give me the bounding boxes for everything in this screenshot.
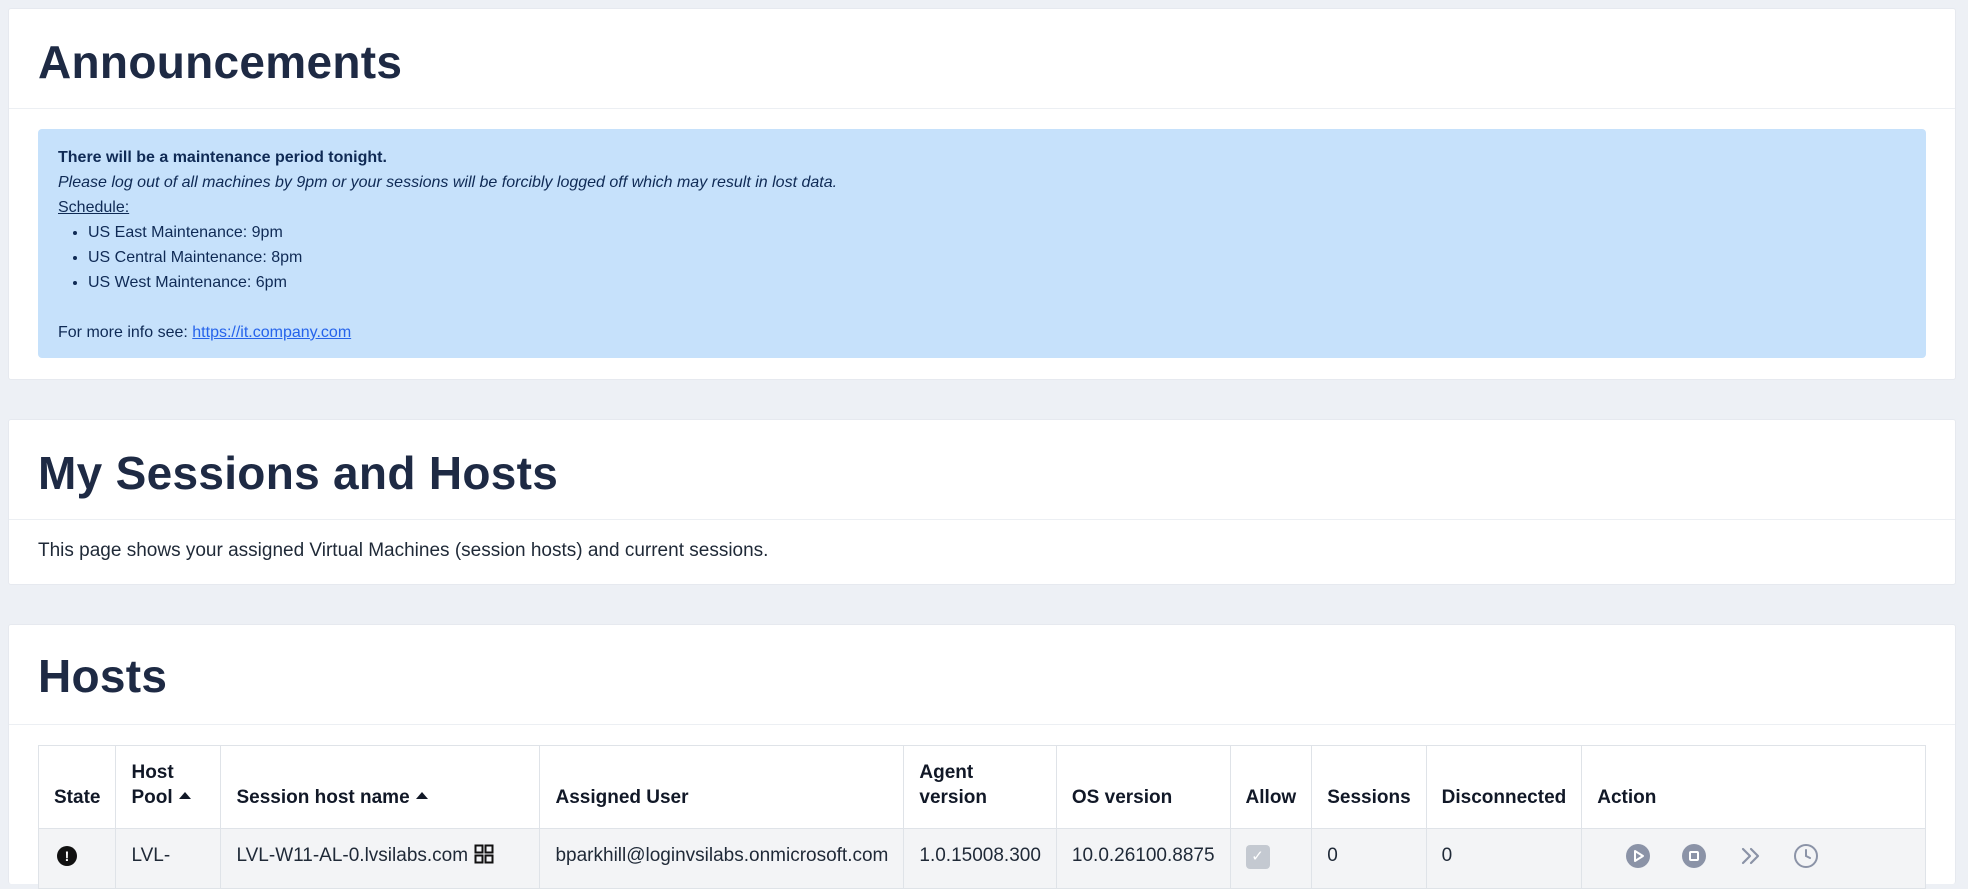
cell-session-host-name: LVL-W11-AL-0.lvsilabs.com (220, 828, 541, 889)
column-header-os-version[interactable]: OS version (1055, 745, 1231, 829)
announcements-header: Announcements (9, 9, 1955, 109)
hosts-card: Hosts State Host Pool Session host name A… (8, 624, 1956, 889)
sessions-header: My Sessions and Hosts (9, 420, 1955, 520)
column-label: version (919, 787, 987, 808)
alert-circle-icon: ! (57, 846, 77, 866)
column-label: Agent (919, 762, 974, 783)
column-label: Assigned User (555, 787, 689, 808)
column-label: State (54, 787, 101, 808)
sessions-card: My Sessions and Hosts This page shows yo… (8, 419, 1956, 585)
column-label: Allow (1245, 787, 1297, 808)
schedule-item: US West Maintenance: 6pm (88, 270, 1906, 295)
announcement-note: Please log out of all machines by 9pm or… (58, 174, 838, 191)
grid-icon[interactable] (474, 844, 494, 864)
sort-ascending-icon (415, 792, 428, 800)
column-header-disconnected[interactable]: Disconnected (1425, 745, 1583, 829)
cell-assigned-user: bparkhill@loginvsilabs.onmicrosoft.com (539, 828, 905, 889)
column-header-action: Action (1581, 745, 1926, 829)
schedule-label: Schedule: (58, 199, 130, 216)
action-buttons (1597, 843, 1910, 869)
column-header-host-pool[interactable]: Host Pool (115, 745, 222, 829)
more-info-line: For more info see: https://it.company.co… (58, 320, 1906, 345)
column-header-sessions[interactable]: Sessions (1311, 745, 1427, 829)
column-label: Sessions (1327, 787, 1411, 808)
cell-sessions: 0 (1311, 828, 1427, 889)
table-header-row: State Host Pool Session host name Assigne… (37, 745, 1926, 829)
session-host-name: LVL-W11-AL-0.lvsilabs.com (236, 845, 469, 866)
more-info-prefix: For more info see: (58, 324, 193, 341)
column-header-state[interactable]: State (37, 745, 117, 829)
allow-checkbox[interactable]: ✓ (1245, 845, 1270, 869)
table-row[interactable]: ! LVL- LVL-W11-AL-0.lvsilabs.com bparkhi… (37, 828, 1926, 889)
column-header-allow[interactable]: Allow (1229, 745, 1313, 829)
column-label: OS version (1071, 787, 1173, 808)
hosts-table: State Host Pool Session host name Assigne… (37, 745, 1926, 889)
cell-host-pool: LVL- (115, 828, 222, 889)
sort-ascending-icon (178, 792, 191, 800)
column-header-session-host-name[interactable]: Session host name (220, 745, 541, 829)
column-label: Action (1597, 787, 1657, 808)
start-icon[interactable] (1625, 843, 1651, 869)
announcements-card: Announcements There will be a maintenanc… (8, 8, 1956, 380)
cell-state: ! (37, 828, 117, 889)
column-label: Host (131, 762, 174, 783)
announcement-message: There will be a maintenance period tonig… (38, 129, 1926, 358)
cell-action (1581, 828, 1926, 889)
drain-icon[interactable] (1737, 843, 1763, 869)
cell-agent-version: 1.0.15008.300 (903, 828, 1057, 889)
announcements-title: Announcements (38, 36, 403, 88)
stop-icon[interactable] (1681, 843, 1707, 869)
sessions-description: This page shows your assigned Virtual Ma… (38, 540, 769, 561)
announcement-headline: There will be a maintenance period tonig… (58, 149, 387, 166)
schedule-icon[interactable] (1793, 843, 1819, 869)
schedule-item: US Central Maintenance: 8pm (88, 245, 1906, 270)
column-header-agent-version[interactable]: Agent version (903, 745, 1057, 829)
more-info-link[interactable]: https://it.company.com (192, 324, 351, 341)
cell-disconnected: 0 (1425, 828, 1583, 889)
column-label: Session host name (236, 787, 410, 808)
cell-allow: ✓ (1229, 828, 1313, 889)
column-label: Pool (131, 787, 173, 808)
hosts-header: Hosts (9, 625, 1955, 725)
hosts-title: Hosts (38, 650, 168, 702)
schedule-item: US East Maintenance: 9pm (88, 220, 1906, 245)
sessions-title: My Sessions and Hosts (38, 447, 559, 499)
schedule-list: US East Maintenance: 9pm US Central Main… (58, 220, 1906, 295)
column-header-assigned-user[interactable]: Assigned User (539, 745, 905, 829)
cell-os-version: 10.0.26100.8875 (1055, 828, 1231, 889)
column-label: Disconnected (1441, 787, 1567, 808)
